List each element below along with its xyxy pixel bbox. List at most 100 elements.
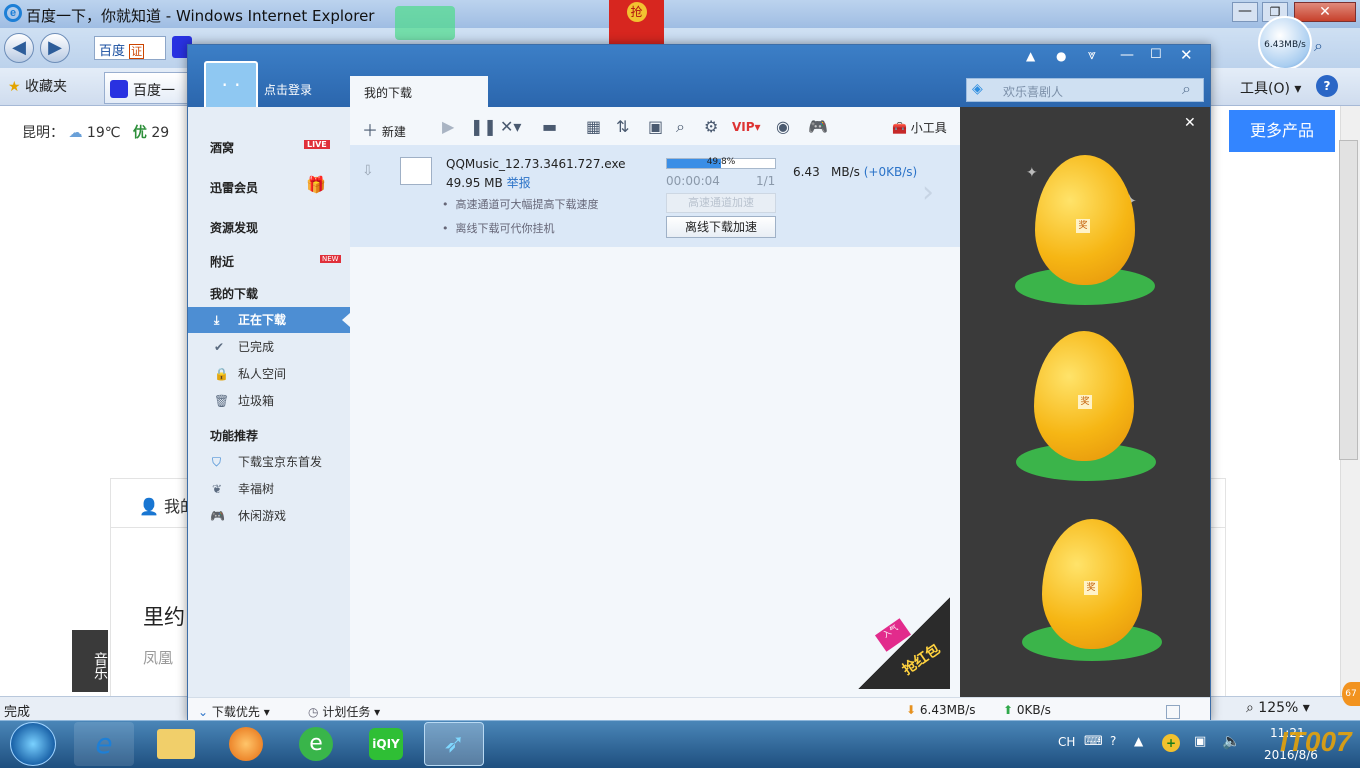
weather-widget[interactable]: 昆明： ☁ 19℃ 优 29: [22, 122, 169, 142]
gamepad-icon[interactable]: 🎮: [808, 117, 828, 136]
download-arrow-icon: ⇩: [362, 163, 374, 179]
taskbar-ie-icon[interactable]: e: [74, 722, 134, 766]
search-input[interactable]: 欢乐喜剧人: [966, 78, 1204, 102]
network-icon[interactable]: ▣: [1194, 734, 1206, 749]
start-button[interactable]: [10, 722, 56, 766]
check-icon: ✔: [214, 340, 225, 354]
menu-icon[interactable]: ⩔: [1088, 47, 1096, 63]
taskbar-explorer-icon[interactable]: [146, 722, 206, 766]
login-link[interactable]: 点击登录: [264, 81, 312, 98]
settings-gear-icon[interactable]: ⚙: [704, 117, 718, 136]
sidebar-item-private[interactable]: 🔒 私人空间: [188, 361, 350, 387]
corner-red-packet[interactable]: [858, 597, 950, 689]
green-badge: [395, 6, 455, 40]
tip-line-1: • 高速通道可大幅提高下载速度: [442, 198, 599, 211]
new-task-label: 新建: [381, 125, 406, 139]
music-side-tab[interactable]: 音乐: [72, 630, 108, 692]
float-window-icon[interactable]: [1166, 705, 1180, 719]
progress-text: 49.8%: [706, 157, 736, 167]
help-small-icon[interactable]: ?: [1110, 734, 1116, 748]
down-speed-value: 6.43MB/s: [919, 703, 976, 717]
sidebar-item-trash[interactable]: 🗑 垃圾箱: [188, 388, 350, 414]
ie-logo-icon: e: [4, 4, 22, 22]
sort-icon[interactable]: ⇅: [616, 117, 629, 136]
taskbar-iqiyi-icon[interactable]: iQIY: [356, 722, 416, 766]
schedule-label: 计划任务: [322, 705, 371, 719]
pause-icon[interactable]: ❚❚: [470, 117, 497, 136]
sidebar-item-label: 附近: [210, 255, 235, 269]
keyboard-icon[interactable]: ⌨: [1084, 734, 1103, 749]
vip-icon[interactable]: VIP▾: [732, 120, 761, 134]
calendar-icon[interactable]: ▣: [648, 117, 663, 136]
tip-text-1: 高速通道可大幅提高下载速度: [455, 198, 599, 211]
sidebar-item-vip[interactable]: 迅雷会员: [210, 179, 258, 196]
forward-button[interactable]: ▶: [40, 33, 70, 63]
zoom-control[interactable]: ⌕ 125% ▾: [1246, 700, 1310, 716]
play-icon[interactable]: ▶: [442, 117, 454, 136]
chevron-right-icon[interactable]: ›: [922, 175, 934, 210]
sidebar-item-label: 下载宝京东首发: [238, 455, 323, 469]
red-packet-widget[interactable]: 抢: [609, 0, 664, 44]
delete-icon[interactable]: ✕▾: [500, 117, 521, 136]
more-products-button[interactable]: 更多产品: [1229, 110, 1335, 152]
skin-icon[interactable]: ▲: [1026, 49, 1035, 63]
report-link[interactable]: 举报: [507, 176, 531, 190]
user-center-icon[interactable]: ●: [1056, 49, 1066, 63]
music-tab-label: 音乐: [92, 652, 108, 680]
tools-menu[interactable]: 工具(O) ▾: [1240, 78, 1301, 98]
gamepad-icon: 🎮: [210, 509, 225, 523]
sidebar-item-jd[interactable]: ⛉ 下载宝京东首发: [188, 449, 350, 475]
offline-download-button[interactable]: 离线下载加速: [666, 216, 776, 238]
close-icon[interactable]: ✕: [1180, 46, 1193, 64]
minimize-icon[interactable]: —: [1232, 2, 1258, 22]
zoom-level: 125%: [1258, 700, 1299, 716]
cloud-rain-icon: ☁: [68, 125, 83, 141]
back-button[interactable]: ◀: [4, 33, 34, 63]
mascot-icon[interactable]: ◉: [776, 117, 790, 136]
sidebar-item-nearby[interactable]: 附近: [210, 253, 234, 270]
new-task-button[interactable]: ＋ 新建: [362, 117, 406, 141]
tools-button[interactable]: 🧰 小工具: [892, 119, 947, 136]
shield-icon: ◈: [972, 81, 983, 97]
upload-speed: ⬆ 0KB/s: [1003, 703, 1051, 717]
priority-dropdown[interactable]: ⌄ 下载优先 ▾: [198, 703, 270, 720]
taskbar-firefox-icon[interactable]: [216, 722, 276, 766]
sidebar-item-tree[interactable]: ❦ 幸福树: [188, 476, 350, 502]
folder-icon[interactable]: ▬: [542, 117, 557, 136]
ad-close-icon[interactable]: ✕: [1184, 115, 1196, 131]
ime-indicator[interactable]: CH: [1058, 735, 1075, 749]
red-packet-label: 抢: [626, 2, 647, 22]
baidu-search-box[interactable]: 百度 证: [94, 36, 166, 60]
tab-my-downloads[interactable]: 我的下载: [350, 76, 488, 107]
maximize-icon[interactable]: ☐: [1150, 47, 1162, 62]
gift-icon: 🎁: [306, 175, 326, 194]
speed-unit: MB/s: [831, 165, 860, 179]
volume-icon[interactable]: 🔈: [1222, 732, 1241, 750]
sidebar-item-downloading[interactable]: ⤓ 正在下载: [188, 307, 350, 333]
favorites-button[interactable]: ★ 收藏夹: [8, 76, 67, 96]
section-my-downloads: 我的下载: [210, 287, 259, 301]
status-text: 完成: [4, 705, 31, 720]
speed-float-bubble[interactable]: 6.43MB/s: [1258, 16, 1312, 70]
chevron-down-icon: ⌄: [198, 705, 209, 719]
tray-arrow-icon[interactable]: ▲: [1134, 734, 1143, 748]
sidebar-item-games[interactable]: 🎮 休闲游戏: [188, 503, 350, 529]
search-icon[interactable]: ⌕: [1314, 36, 1336, 58]
sidebar-item-completed[interactable]: ✔ 已完成: [188, 334, 350, 360]
high-speed-button[interactable]: 高速通道加速: [666, 193, 776, 213]
taskbar-360-icon[interactable]: e: [286, 722, 346, 766]
taskbar-thunder-icon[interactable]: ➶: [424, 722, 484, 766]
notification-badge[interactable]: 67: [1342, 682, 1360, 706]
close-window-icon[interactable]: ✕: [1294, 2, 1356, 22]
sidebar-item-jiuwo[interactable]: 酒窝: [210, 139, 234, 156]
grid-view-icon[interactable]: ▦: [586, 117, 601, 136]
schedule-dropdown[interactable]: ◷ 计划任务 ▾: [308, 703, 380, 720]
help-icon[interactable]: ?: [1316, 75, 1338, 97]
security-tray-icon[interactable]: +: [1162, 734, 1180, 752]
search-icon[interactable]: ⌕: [676, 117, 685, 137]
sidebar-item-discover[interactable]: 资源发现: [210, 219, 258, 236]
scrollbar-thumb[interactable]: [1339, 140, 1358, 460]
article-title[interactable]: 里约: [143, 601, 185, 631]
search-icon[interactable]: ⌕: [1182, 79, 1191, 99]
minimize-icon[interactable]: —: [1120, 47, 1134, 63]
